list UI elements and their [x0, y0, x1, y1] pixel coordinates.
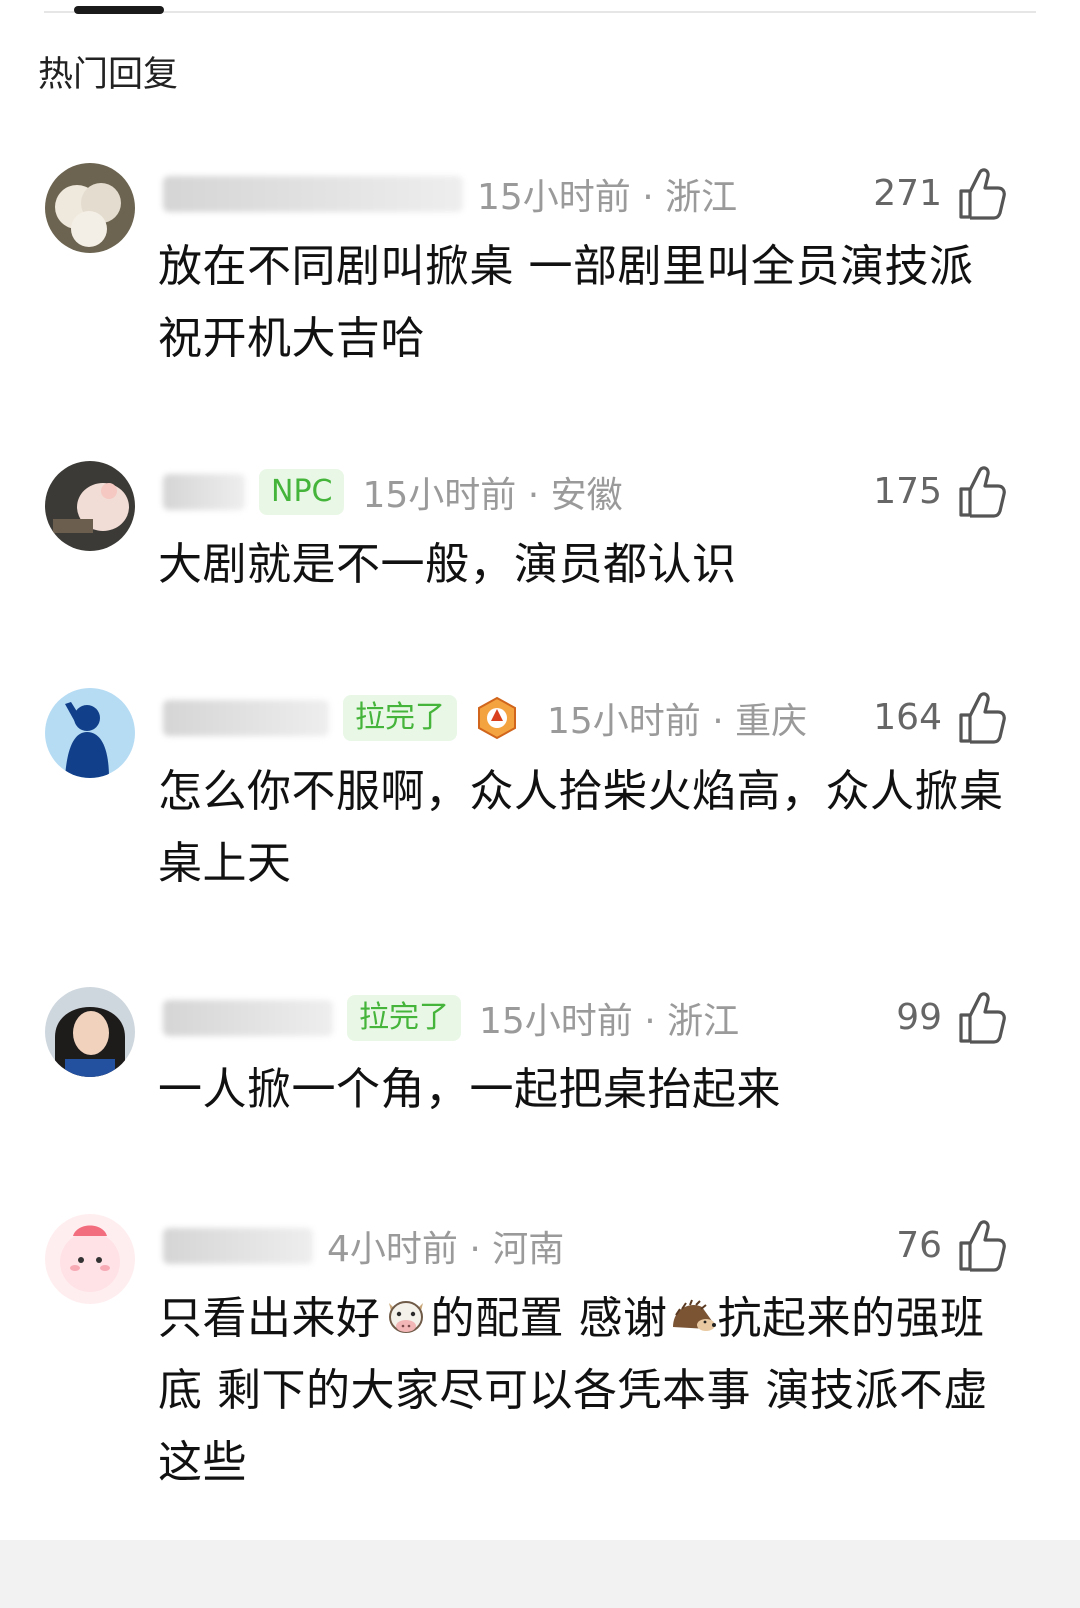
time-location: 15小时前 · 重庆: [547, 701, 808, 742]
bottom-bar: [0, 1540, 1080, 1608]
hedgehog-emoji: [668, 1291, 718, 1341]
like-count: 175: [873, 471, 942, 512]
avatar[interactable]: [45, 163, 135, 253]
username[interactable]: [163, 1228, 313, 1264]
comment-text: 大剧就是不一般，演员都认识: [158, 539, 737, 590]
section-title: 热门回复: [38, 55, 179, 95]
tab-indicator: [74, 6, 164, 14]
comment-text-part: 只看出来好: [158, 1293, 381, 1344]
user-badge: 拉完了: [343, 695, 457, 741]
thumbs-up-icon[interactable]: [958, 1220, 1006, 1272]
time-location: 4小时前 · 河南: [327, 1229, 565, 1270]
comment-meta: NPC 15小时前 · 安徽: [163, 464, 623, 520]
time-location: 15小时前 · 浙江: [477, 177, 738, 218]
cow-face-emoji: [381, 1291, 431, 1341]
avatar[interactable]: [45, 987, 135, 1077]
phoenix-medal-icon: [475, 696, 519, 740]
comment-meta: 拉完了 15小时前 · 浙江: [163, 990, 739, 1046]
like-count: 76: [896, 1225, 942, 1266]
avatar[interactable]: [45, 688, 135, 778]
user-badge: 拉完了: [347, 995, 461, 1041]
comment-text: 怎么你不服啊，众人拾柴火焰高，众人掀桌桌上天: [158, 766, 1004, 889]
thumbs-up-icon[interactable]: [958, 992, 1006, 1044]
avatar[interactable]: [45, 1214, 135, 1304]
like-count: 164: [873, 697, 942, 738]
time-location: 15小时前 · 安徽: [362, 475, 623, 516]
comment-meta: 拉完了 15小时前 · 重庆: [163, 690, 807, 746]
username[interactable]: [163, 700, 329, 736]
username[interactable]: [163, 176, 463, 212]
time-location: 15小时前 · 浙江: [479, 1001, 740, 1042]
user-badge: NPC: [259, 469, 345, 515]
avatar[interactable]: [45, 461, 135, 551]
like-count: 271: [873, 173, 942, 214]
top-divider: [44, 11, 1036, 13]
comment-meta: 15小时前 · 浙江: [163, 166, 737, 222]
comment-text-part: 的配置 感谢: [430, 1293, 668, 1344]
comment-text: 一人掀一个角，一起把桌抬起来: [158, 1064, 781, 1115]
username[interactable]: [163, 474, 245, 510]
comment-meta: 4小时前 · 河南: [163, 1218, 564, 1274]
thumbs-up-icon[interactable]: [958, 466, 1006, 518]
like-count: 99: [896, 997, 942, 1038]
comment-text: 放在不同剧叫掀桌 一部剧里叫全员演技派 祝开机大吉哈: [158, 241, 974, 364]
thumbs-up-icon[interactable]: [958, 692, 1006, 744]
thumbs-up-icon[interactable]: [958, 168, 1006, 220]
comment-text: 只看出来好 的配置 感谢 抗起来的强班底 剩下的大家尽可以各凭本事 演技派不虚这…: [158, 1283, 1018, 1499]
username[interactable]: [163, 1000, 333, 1036]
